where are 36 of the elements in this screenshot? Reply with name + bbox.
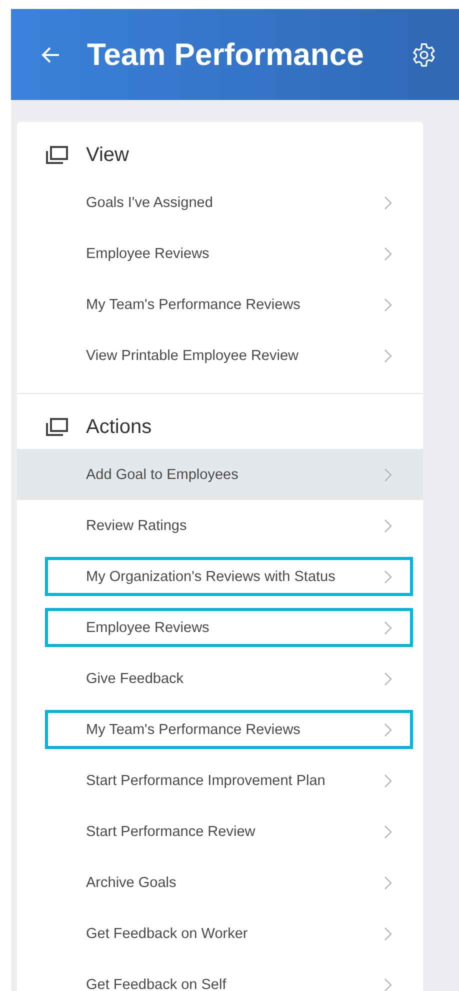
chevron-right-icon	[384, 298, 393, 312]
section-title: View	[86, 144, 129, 166]
chevron-right-icon	[384, 570, 393, 584]
chevron-right-icon	[384, 468, 393, 482]
menu-item[interactable]: Get Feedback on Self	[17, 959, 423, 991]
menu-item[interactable]: Start Performance Review	[17, 806, 423, 857]
chevron-right-icon	[384, 672, 393, 686]
chevron-right-icon	[384, 246, 393, 260]
chevron-right-icon	[384, 518, 393, 532]
menu-item[interactable]: Review Ratings	[17, 500, 423, 551]
menu-item[interactable]: Goals I've Assigned	[17, 177, 423, 228]
section-title: Actions	[86, 416, 152, 438]
menu-item[interactable]: My Organization's Reviews with Status	[17, 551, 423, 602]
page-title: Team Performance	[87, 36, 365, 72]
chevron-right-icon	[384, 348, 393, 362]
settings-icon[interactable]	[411, 42, 437, 68]
menu-item[interactable]: Employee Reviews	[17, 602, 423, 653]
menu-item[interactable]: My Team's Performance Reviews	[17, 279, 423, 330]
chevron-right-icon	[384, 824, 393, 838]
windows-icon	[45, 417, 69, 437]
chevron-right-icon	[384, 620, 393, 634]
menu-item[interactable]: My Team's Performance Reviews	[17, 704, 423, 755]
menu-item[interactable]: Give Feedback	[17, 653, 423, 704]
menu-item[interactable]: Start Performance Improvement Plan	[17, 755, 423, 806]
chevron-right-icon	[384, 926, 393, 940]
menu-item[interactable]: View Printable Employee Review	[17, 330, 423, 381]
menu-item[interactable]: Get Feedback on Worker	[17, 908, 423, 959]
chevron-right-icon	[384, 722, 393, 736]
menu-item[interactable]: Archive Goals	[17, 857, 423, 908]
chevron-right-icon	[384, 876, 393, 890]
menu-item[interactable]: Employee Reviews	[17, 228, 423, 279]
chevron-right-icon	[384, 978, 393, 991]
chevron-right-icon	[384, 774, 393, 788]
menu-item[interactable]: Add Goal to Employees	[17, 449, 423, 500]
windows-icon	[45, 145, 69, 165]
chevron-right-icon	[384, 196, 393, 210]
